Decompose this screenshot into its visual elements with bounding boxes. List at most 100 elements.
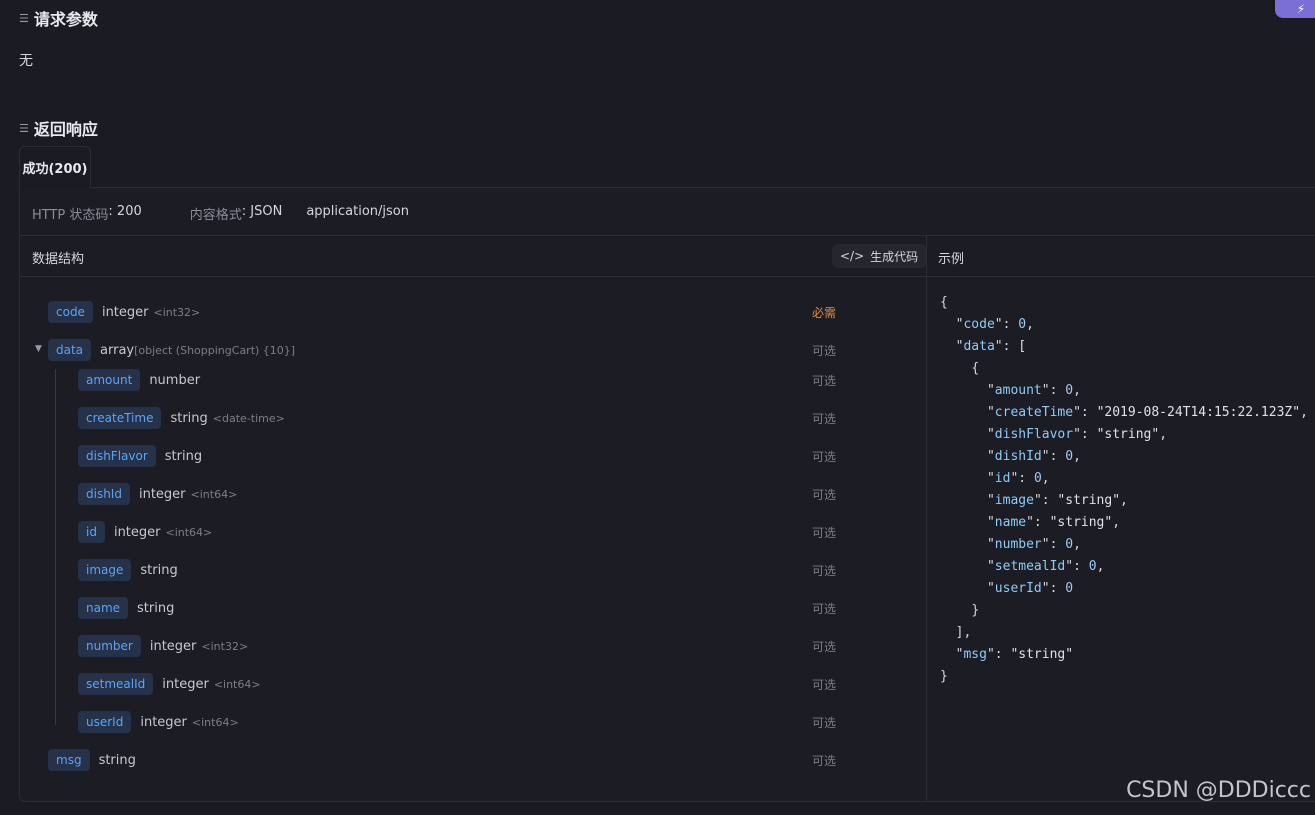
code-brackets-icon: </> [840, 249, 865, 263]
json-comma: , [1041, 471, 1050, 486]
field-requirement: 可选 [812, 564, 837, 578]
field-row-number: number integer <int32> [78, 634, 248, 658]
json-key: userId [994, 581, 1042, 596]
json-value: "string" [1049, 515, 1113, 530]
field-type: array [100, 342, 135, 358]
field-name-tag[interactable]: createTime [78, 407, 162, 429]
mime-type: application/json [306, 204, 409, 219]
json-line: "image": "string", [986, 493, 1128, 508]
content-format: 内容格式 : JSON [190, 204, 283, 223]
field-requirement: 可选 [812, 678, 837, 692]
field-row-createtime: createTime string <date-time> [78, 406, 285, 430]
field-requirement: 可选 [812, 488, 837, 502]
json-line: "amount": 0, [986, 383, 1081, 398]
json-value: "2019-08-24T14:15:22.123Z" [1096, 405, 1301, 420]
request-params-title: 请求参数 [33, 10, 98, 29]
json-line: "name": "string", [986, 515, 1121, 530]
field-type: string [140, 562, 178, 578]
field-format: <date-time> [212, 411, 285, 425]
field-name-tag[interactable]: data [48, 339, 92, 361]
json-value: 0 [1018, 317, 1027, 332]
field-name-tag[interactable]: image [78, 559, 132, 581]
field-row-name: name string [78, 596, 174, 620]
content-format-label: 内容格式 [189, 208, 242, 223]
field-requirement: 可选 [812, 716, 837, 730]
field-row-code: code integer <int32> [48, 300, 200, 324]
field-name-tag[interactable]: code [48, 301, 93, 323]
json-punct: ], [955, 625, 972, 640]
json-key: dishFlavor [994, 427, 1074, 442]
json-key: dishId [994, 449, 1042, 464]
field-row-dishflavor: dishFlavor string [78, 444, 202, 468]
field-name-tag[interactable]: dishFlavor [78, 445, 156, 467]
json-line: "msg": "string" [955, 647, 1074, 662]
json-value: [ [1018, 339, 1027, 354]
data-structure-header: 数据结构 [32, 252, 85, 267]
response-heading: ☰ 返回响应 [19, 116, 98, 140]
field-type: string [164, 448, 203, 464]
field-requirement: 可选 [812, 640, 837, 654]
json-comma: , [1159, 427, 1168, 442]
tree-guide-line [55, 369, 56, 725]
field-row-amount: amount number [78, 368, 200, 392]
field-requirement: 可选 [812, 412, 837, 426]
field-type: number [149, 372, 201, 388]
field-format: <int64> [213, 677, 261, 691]
json-line: "setmealId": 0, [986, 559, 1105, 574]
json-comma: , [1073, 537, 1081, 552]
field-name-tag[interactable]: setmealId [78, 673, 154, 695]
json-value: 0 [1088, 559, 1097, 574]
field-row-data: data array [object (ShoppingCart) {10}] [48, 338, 295, 362]
field-type: integer [113, 524, 161, 540]
json-value: "string" [1096, 427, 1160, 442]
field-type: string [170, 410, 208, 426]
field-type: string [98, 752, 136, 768]
field-row-msg: msg string [48, 748, 136, 772]
section-list-icon: ☰ [19, 121, 29, 135]
caret-down-icon[interactable]: ▼ [35, 344, 42, 354]
field-name-tag[interactable]: msg [48, 749, 90, 771]
field-requirement: 可选 [812, 344, 837, 358]
field-type: string [137, 600, 175, 616]
json-line: "dishId": 0, [986, 449, 1081, 464]
example-header: 示例 [938, 252, 965, 267]
field-type: integer [101, 304, 149, 320]
json-punct: } [940, 669, 948, 684]
content-format-value: : JSON [241, 204, 283, 219]
json-line: "data": [ [955, 339, 1027, 354]
field-format: [object (ShoppingCart) {10}] [134, 343, 296, 357]
lightning-icon: ⚡ [1296, 2, 1306, 16]
field-requirement: 可选 [812, 526, 837, 540]
json-line: "number": 0, [986, 537, 1081, 552]
json-key: data [963, 339, 995, 354]
field-name-tag[interactable]: dishId [78, 483, 130, 505]
generate-code-button[interactable]: </> 生成代码 [832, 244, 927, 268]
field-format: <int64> [190, 487, 238, 501]
field-type: integer [138, 486, 186, 502]
json-line: "id": 0, [986, 471, 1050, 486]
http-status-value: : 200 [108, 204, 142, 219]
field-name-tag[interactable]: id [78, 521, 105, 543]
top-right-action-button[interactable]: ⚡ [1275, 0, 1315, 18]
json-line: } [940, 666, 1308, 688]
json-comma: , [1073, 383, 1081, 398]
json-value: 0 [1065, 537, 1074, 552]
field-format: <int32> [201, 639, 249, 653]
tab-success-200[interactable]: 成功(200) [19, 146, 91, 188]
field-name-tag[interactable]: name [78, 597, 129, 619]
json-punct: { [971, 361, 980, 376]
json-comma: , [1026, 317, 1034, 332]
json-line: "code": 0, [955, 317, 1034, 332]
json-key: id [994, 471, 1011, 486]
json-value: 0 [1033, 471, 1042, 486]
json-comma: , [1073, 449, 1081, 464]
field-name-tag[interactable]: userId [78, 711, 132, 733]
json-comma: , [1300, 405, 1308, 420]
field-requirement: 可选 [812, 374, 837, 388]
json-key: msg [963, 647, 987, 662]
field-name-tag[interactable]: number [78, 635, 141, 657]
json-value: 0 [1065, 449, 1074, 464]
json-value: "string" [1010, 647, 1074, 662]
field-requirement: 可选 [812, 450, 837, 464]
field-name-tag[interactable]: amount [78, 369, 141, 391]
